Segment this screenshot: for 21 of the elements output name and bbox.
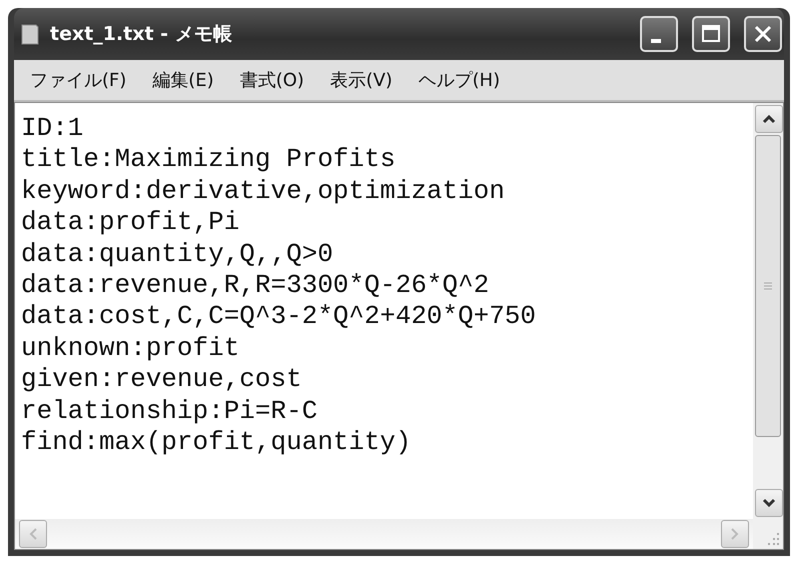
maximize-icon <box>700 23 722 45</box>
notepad-icon <box>20 22 40 46</box>
scroll-up-button[interactable] <box>755 105 783 133</box>
menu-item[interactable]: 編集(E) <box>142 66 224 94</box>
maximize-button[interactable] <box>692 16 730 52</box>
minimize-icon <box>651 39 661 43</box>
menu-item[interactable]: ヘルプ(H) <box>408 66 510 94</box>
horizontal-scrollbar[interactable] <box>15 519 753 549</box>
minimize-button[interactable] <box>640 16 678 52</box>
menu-item[interactable]: ファイル(F) <box>20 66 136 94</box>
scroll-thumb[interactable] <box>755 135 781 437</box>
scroll-left-button[interactable] <box>19 520 47 548</box>
menu-item[interactable]: 書式(O) <box>230 66 314 94</box>
window-title: text_1.txt - メモ帳 <box>50 22 233 47</box>
scroll-right-button[interactable] <box>721 520 749 548</box>
menu-item[interactable]: 表示(V) <box>320 66 402 94</box>
scroll-down-button[interactable] <box>755 489 783 517</box>
close-icon <box>752 23 774 45</box>
vertical-scrollbar[interactable] <box>753 103 783 519</box>
resize-grip-icon[interactable] <box>766 532 780 546</box>
close-button[interactable] <box>744 16 782 52</box>
